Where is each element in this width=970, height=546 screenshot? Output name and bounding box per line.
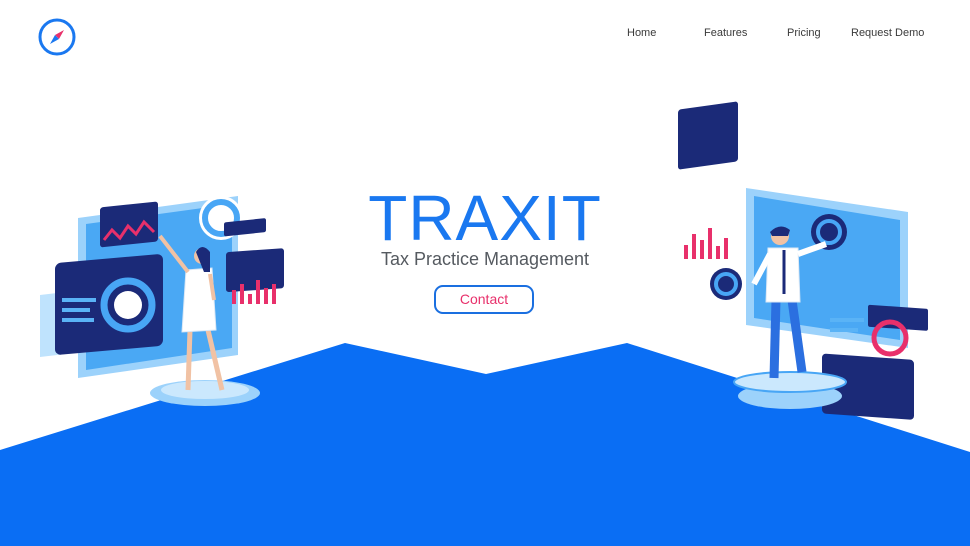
hero-title: TRAXIT — [368, 182, 602, 254]
right-illustration — [678, 101, 928, 420]
contact-button[interactable]: Contact — [434, 285, 534, 314]
hero-subtitle: Tax Practice Management — [380, 249, 590, 269]
